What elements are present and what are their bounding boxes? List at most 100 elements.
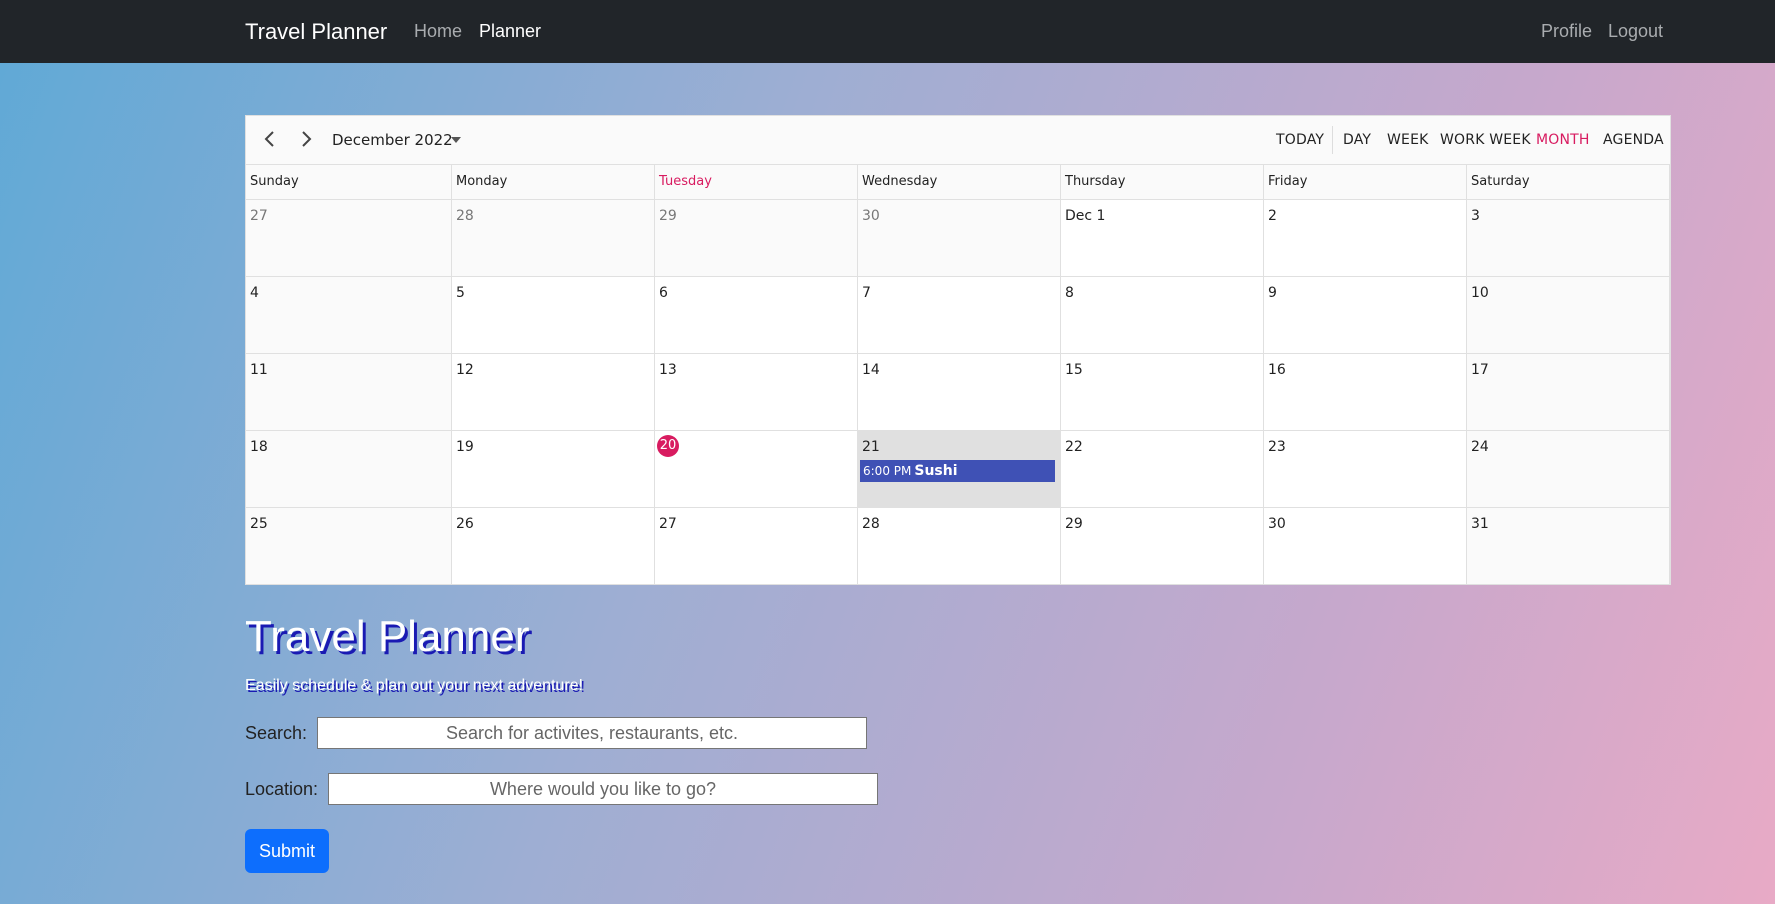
weekday-header: Thursday (1061, 165, 1264, 199)
day-cell[interactable]: 16 (1264, 354, 1467, 431)
day-cell[interactable]: 9 (1264, 277, 1467, 354)
day-number[interactable]: 27 (250, 208, 268, 224)
day-cell[interactable]: 18 (246, 431, 452, 508)
day-cell[interactable]: 28 (858, 508, 1061, 585)
day-cell[interactable]: 29 (1061, 508, 1264, 585)
day-number[interactable]: 22 (1065, 439, 1083, 455)
day-number[interactable]: 26 (456, 516, 474, 532)
nav-link-planner[interactable]: Planner (479, 21, 541, 42)
day-number[interactable]: 12 (456, 362, 474, 378)
day-cell[interactable]: 22 (1061, 431, 1264, 508)
view-week-button[interactable]: WEEK (1387, 132, 1429, 148)
view-agenda-button[interactable]: AGENDA (1603, 132, 1664, 148)
top-navbar: Travel Planner Home Planner Profile Logo… (0, 0, 1775, 63)
day-number[interactable]: 15 (1065, 362, 1083, 378)
day-cell[interactable]: 27 (246, 200, 452, 277)
month-grid: 27 28 29 30 Dec 1 2 3 4 5 6 7 8 9 10 11 12 13 14 15 16 17 18 1… (246, 200, 1670, 585)
day-number[interactable]: 29 (659, 208, 677, 224)
weekday-header: Tuesday (655, 165, 858, 199)
today-button[interactable]: TODAY (1276, 132, 1324, 148)
view-day-button[interactable]: DAY (1343, 132, 1371, 148)
weekday-header: Wednesday (858, 165, 1061, 199)
location-input[interactable] (328, 773, 878, 805)
day-cell[interactable]: 26 (452, 508, 655, 585)
day-number[interactable]: 25 (250, 516, 268, 532)
prev-month-button[interactable] (259, 128, 281, 150)
day-cell[interactable]: 28 (452, 200, 655, 277)
day-number[interactable]: Dec 1 (1065, 208, 1105, 224)
day-number[interactable]: 30 (1268, 516, 1286, 532)
day-number[interactable]: 30 (862, 208, 880, 224)
search-input[interactable] (317, 717, 867, 749)
day-number[interactable]: 6 (659, 285, 668, 301)
day-cell[interactable]: 14 (858, 354, 1061, 431)
calendar-toolbar: December 2022 TODAY DAY WEEK WORK WEEK M… (246, 116, 1670, 165)
day-number[interactable]: 31 (1471, 516, 1489, 532)
nav-link-home[interactable]: Home (414, 21, 462, 42)
event-title: Sushi (914, 463, 958, 479)
day-cell[interactable]: 3 (1467, 200, 1670, 277)
day-number[interactable]: 21 (862, 439, 880, 455)
day-cell[interactable]: 11 (246, 354, 452, 431)
day-number[interactable]: 16 (1268, 362, 1286, 378)
day-number[interactable]: 14 (862, 362, 880, 378)
calendar-event[interactable]: 6:00 PM Sushi (860, 460, 1055, 482)
month-label[interactable]: December 2022 (332, 131, 453, 149)
day-number[interactable]: 23 (1268, 439, 1286, 455)
day-cell[interactable]: 5 (452, 277, 655, 354)
view-month-button[interactable]: MONTH (1536, 132, 1590, 148)
day-cell[interactable]: 7 (858, 277, 1061, 354)
day-number[interactable]: 19 (456, 439, 474, 455)
day-cell[interactable]: 30 (1264, 508, 1467, 585)
toolbar-divider (1332, 126, 1333, 154)
day-number[interactable]: 8 (1065, 285, 1074, 301)
day-number[interactable]: 28 (456, 208, 474, 224)
day-cell[interactable]: 10 (1467, 277, 1670, 354)
day-number[interactable]: 18 (250, 439, 268, 455)
view-work-week-button[interactable]: WORK WEEK (1440, 132, 1531, 148)
day-cell[interactable]: 20 (655, 431, 858, 508)
day-number[interactable]: 28 (862, 516, 880, 532)
day-number[interactable]: 27 (659, 516, 677, 532)
day-cell[interactable]: 19 (452, 431, 655, 508)
nav-link-logout[interactable]: Logout (1608, 21, 1663, 42)
hero-title: Travel Planner (245, 612, 530, 661)
day-cell[interactable]: 12 (452, 354, 655, 431)
day-number[interactable]: 3 (1471, 208, 1480, 224)
day-cell[interactable]: 15 (1061, 354, 1264, 431)
navbar-brand[interactable]: Travel Planner (245, 19, 387, 45)
day-cell[interactable]: 2 (1264, 200, 1467, 277)
day-number[interactable]: 5 (456, 285, 465, 301)
today-date-badge[interactable]: 20 (657, 435, 679, 457)
submit-button[interactable]: Submit (245, 829, 329, 873)
day-cell[interactable]: 6 (655, 277, 858, 354)
day-cell[interactable]: 31 (1467, 508, 1670, 585)
day-number[interactable]: 4 (250, 285, 259, 301)
day-cell[interactable]: 17 (1467, 354, 1670, 431)
day-cell[interactable]: 30 (858, 200, 1061, 277)
day-number[interactable]: 10 (1471, 285, 1489, 301)
chevron-right-icon (302, 131, 312, 147)
day-cell[interactable]: 23 (1264, 431, 1467, 508)
next-month-button[interactable] (295, 128, 317, 150)
day-cell[interactable]: 27 (655, 508, 858, 585)
day-number[interactable]: 24 (1471, 439, 1489, 455)
day-number[interactable]: 2 (1268, 208, 1277, 224)
day-number[interactable]: 9 (1268, 285, 1277, 301)
caret-down-icon[interactable] (451, 137, 461, 143)
day-cell[interactable]: 13 (655, 354, 858, 431)
day-cell[interactable]: 21 6:00 PM Sushi (858, 431, 1061, 508)
day-number[interactable]: 7 (862, 285, 871, 301)
day-cell[interactable]: 29 (655, 200, 858, 277)
day-cell[interactable]: 24 (1467, 431, 1670, 508)
day-cell[interactable]: 8 (1061, 277, 1264, 354)
day-number[interactable]: 29 (1065, 516, 1083, 532)
day-number[interactable]: 13 (659, 362, 677, 378)
nav-link-profile[interactable]: Profile (1541, 21, 1592, 42)
day-number[interactable]: 11 (250, 362, 268, 378)
day-cell[interactable]: 25 (246, 508, 452, 585)
day-cell[interactable]: 4 (246, 277, 452, 354)
day-number[interactable]: 17 (1471, 362, 1489, 378)
weekday-header: Sunday (246, 165, 452, 199)
day-cell[interactable]: Dec 1 (1061, 200, 1264, 277)
